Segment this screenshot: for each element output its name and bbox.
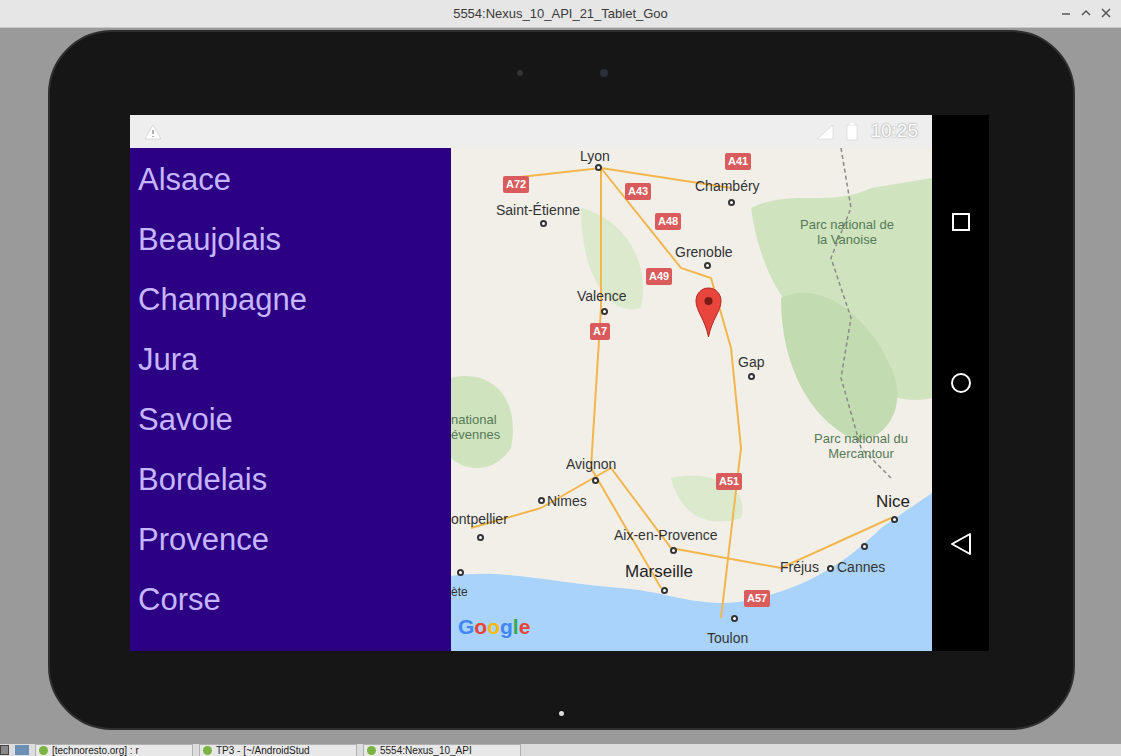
- city-dot: [748, 373, 755, 380]
- map-label: Parc national du Mercantour: [811, 431, 911, 461]
- map-label: Nimes: [547, 493, 587, 509]
- city-dot: [595, 164, 602, 171]
- city-dot: [731, 615, 738, 622]
- map-label: Marseille: [625, 562, 693, 581]
- city-dot: [861, 543, 868, 550]
- region-item[interactable]: Alsace: [130, 150, 451, 210]
- close-icon[interactable]: [1099, 6, 1113, 20]
- city-dot: [891, 516, 898, 523]
- taskbar-item[interactable]: 5554:Nexus_10_API: [363, 744, 521, 756]
- city-dot: [704, 262, 711, 269]
- map-label: ontpellier: [451, 511, 508, 527]
- device-screen: 10:25 AlsaceBeaujolaisChampagneJuraSavoie…: [130, 115, 989, 651]
- app-icon: [367, 746, 376, 755]
- back-icon[interactable]: [950, 532, 972, 556]
- road-badge: A72: [503, 176, 529, 193]
- region-item[interactable]: Jura: [130, 330, 451, 390]
- map-label: Parc national de la Vanoise: [797, 217, 897, 247]
- status-bar: 10:25: [130, 115, 932, 148]
- road-badge: A41: [725, 153, 751, 170]
- taskbar-item[interactable]: TP3 - [~/AndroidStud: [199, 744, 357, 756]
- camera-lens: [600, 69, 608, 77]
- taskbar: [technoresto.org] : r TP3 - [~/AndroidStu…: [0, 744, 1121, 756]
- app-icon: [203, 746, 212, 755]
- file-manager-icon[interactable]: [15, 745, 29, 755]
- city-dot: [540, 220, 547, 227]
- camera-dot: [517, 70, 523, 76]
- google-logo: Google: [458, 615, 530, 639]
- road-badge: A48: [655, 213, 681, 230]
- emulator-area: 10:25 AlsaceBeaujolaisChampagneJuraSavoie…: [0, 28, 1121, 744]
- maximize-icon[interactable]: [1079, 6, 1093, 20]
- map-label: Toulon: [707, 630, 748, 646]
- app-icon: [39, 746, 48, 755]
- map-label: ète: [451, 585, 468, 599]
- road-badge: A51: [716, 473, 742, 490]
- map-label: Gap: [738, 354, 764, 370]
- city-dot: [538, 497, 545, 504]
- city-dot: [827, 565, 834, 572]
- notification-led: [559, 711, 564, 716]
- region-item[interactable]: Corse: [130, 570, 451, 630]
- region-item[interactable]: Bordelais: [130, 450, 451, 510]
- recents-icon[interactable]: [951, 212, 971, 232]
- home-icon[interactable]: [950, 372, 972, 394]
- road-badge: A57: [744, 590, 770, 607]
- title-bar: 5554:Nexus_10_API_21_Tablet_Goo: [0, 0, 1121, 28]
- map-label: Cannes: [837, 559, 885, 575]
- road-badge: A7: [590, 323, 610, 340]
- city-dot: [592, 477, 599, 484]
- tablet-frame: 10:25 AlsaceBeaujolaisChampagneJuraSavoie…: [48, 30, 1075, 730]
- city-dot: [670, 547, 677, 554]
- map-label: Lyon: [580, 148, 610, 164]
- map-label: Valence: [577, 288, 627, 304]
- map-label: Saint-Étienne: [496, 202, 580, 218]
- region-item[interactable]: Champagne: [130, 270, 451, 330]
- map-label: Nice: [876, 492, 910, 511]
- road-badge: A49: [646, 268, 672, 285]
- battery-icon: [846, 123, 858, 141]
- map-label: national évennes: [451, 412, 507, 442]
- city-dot: [477, 534, 484, 541]
- signal-icon: [816, 124, 834, 140]
- emulator-window: 5554:Nexus_10_API_21_Tablet_Goo 10:25 Alsa…: [0, 0, 1121, 756]
- city-dot: [661, 587, 668, 594]
- window-title: 5554:Nexus_10_API_21_Tablet_Goo: [453, 4, 668, 24]
- region-list: AlsaceBeaujolaisChampagneJuraSavoieBorde…: [130, 148, 451, 651]
- region-item[interactable]: Beaujolais: [130, 210, 451, 270]
- city-dot: [457, 569, 464, 576]
- map-label: Grenoble: [675, 244, 733, 260]
- map[interactable]: Lyon A72 A43 A41 Chambéry Saint-Étienne A48 Gre…: [451, 148, 932, 651]
- taskbar-item[interactable]: [technoresto.org] : r: [35, 744, 193, 756]
- navigation-bar: [932, 115, 989, 651]
- city-dot: [728, 199, 735, 206]
- minimize-icon[interactable]: [1059, 6, 1073, 20]
- region-item[interactable]: Savoie: [130, 390, 451, 450]
- status-time: 10:25: [870, 117, 918, 146]
- show-desktop-icon[interactable]: [0, 745, 9, 755]
- map-label: Aix-en-Provence: [614, 527, 718, 543]
- map-marker-icon[interactable]: [695, 287, 722, 338]
- map-label: Chambéry: [695, 178, 760, 194]
- city-dot: [601, 308, 608, 315]
- region-item[interactable]: Provence: [130, 510, 451, 570]
- map-label: Fréjus: [780, 559, 819, 575]
- map-label: Avignon: [566, 456, 616, 472]
- warning-icon: [144, 124, 162, 140]
- road-badge: A43: [625, 183, 651, 200]
